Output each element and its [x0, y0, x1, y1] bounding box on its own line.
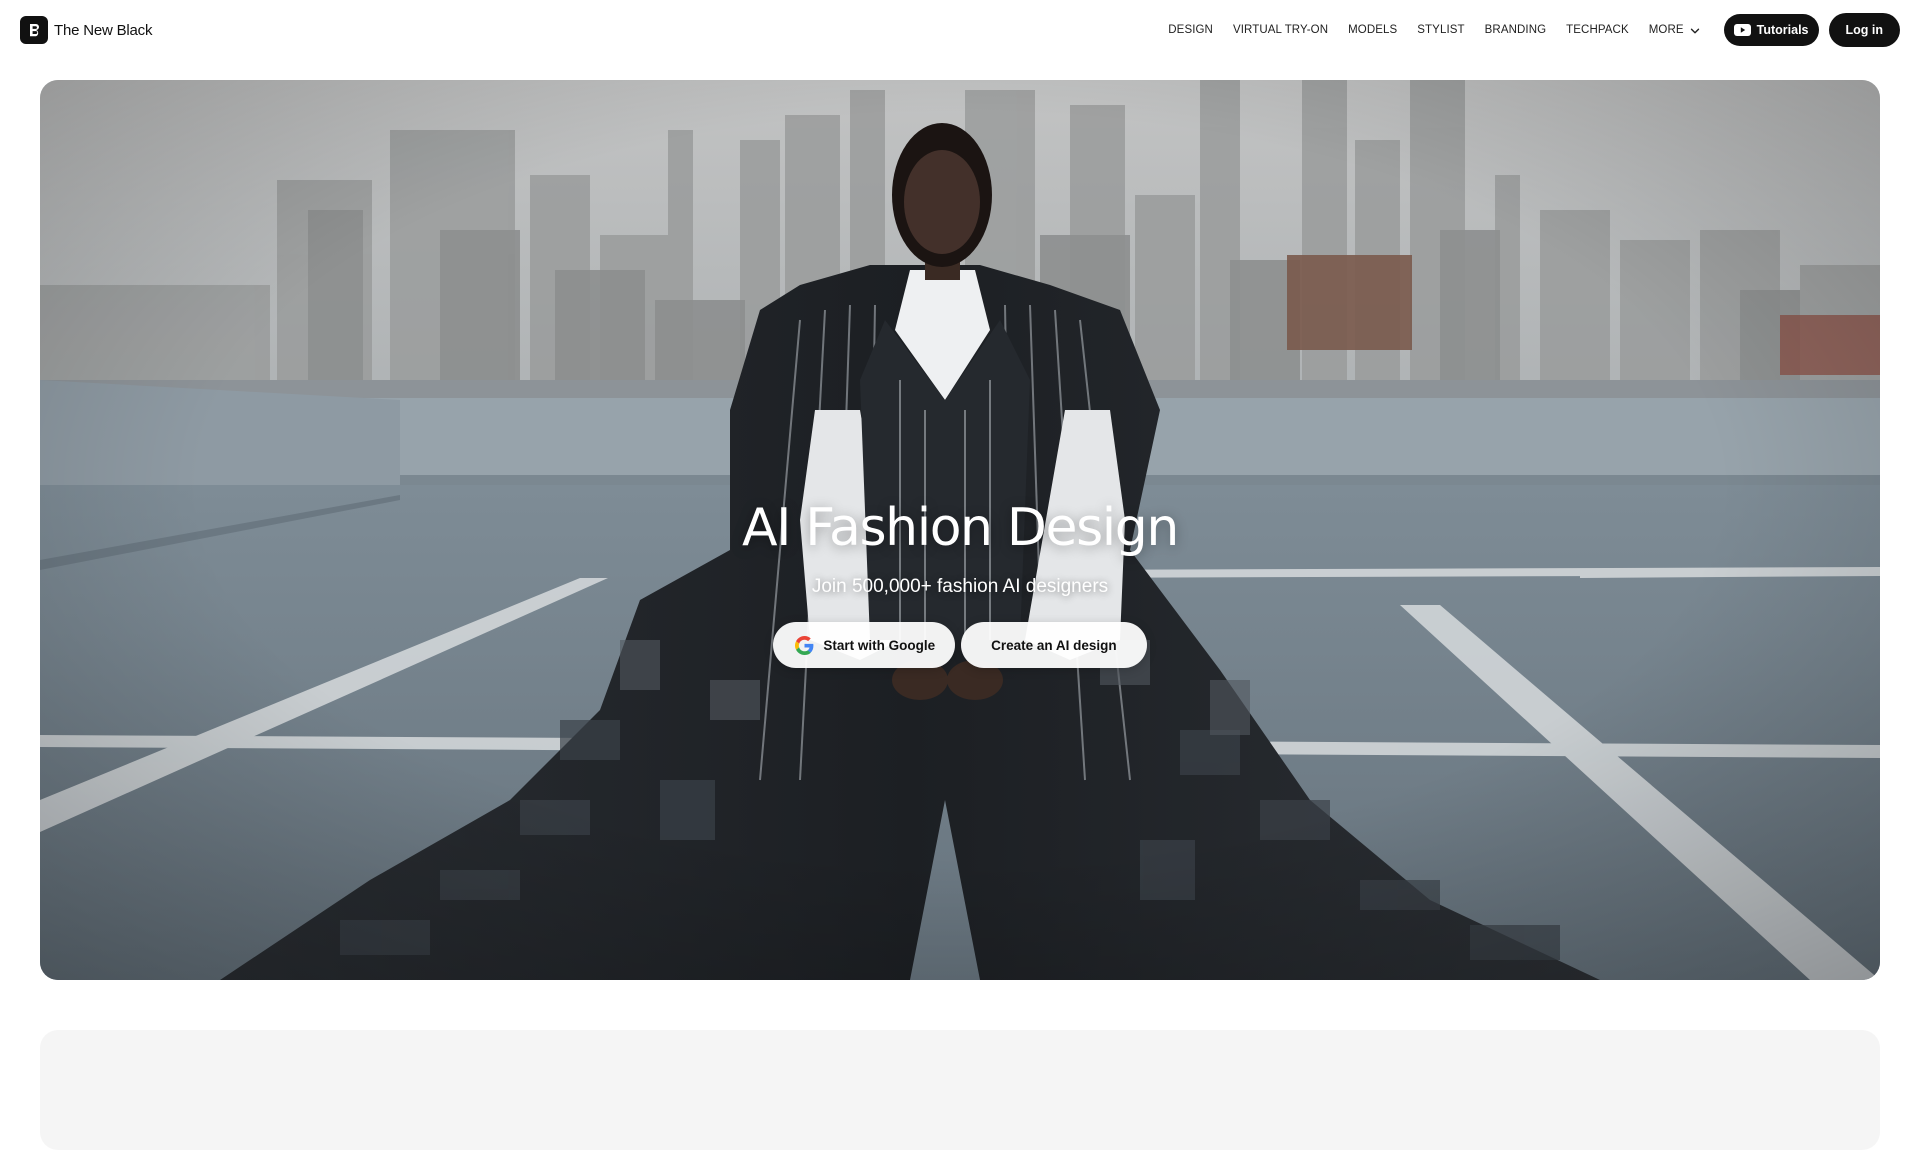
tutorials-button[interactable]: Tutorials	[1723, 14, 1819, 46]
nav-models[interactable]: MODELS	[1348, 24, 1397, 36]
start-with-google-button[interactable]: Start with Google	[773, 622, 956, 668]
nav-more-dropdown[interactable]: MORE	[1649, 24, 1700, 36]
google-icon	[795, 635, 814, 655]
brand-logo-icon	[20, 16, 48, 44]
next-section-card	[40, 1030, 1880, 1150]
nav-design[interactable]: DESIGN	[1168, 24, 1213, 36]
hero-subtitle: Join 500,000+ fashion AI designers	[811, 576, 1109, 597]
tutorials-label: Tutorials	[1756, 23, 1809, 37]
site-header: The New Black DESIGN VIRTUAL TRY-ON MODE…	[0, 0, 1920, 60]
hero-actions: Start with Google Create an AI design	[773, 622, 1147, 668]
hero-title: AI Fashion Design	[742, 498, 1179, 558]
nav-techpack[interactable]: TECHPACK	[1566, 24, 1629, 36]
nav-more-label: MORE	[1648, 24, 1684, 36]
hero-section: AI Fashion Design Join 500,000+ fashion …	[40, 80, 1880, 980]
brand-name: The New Black	[54, 21, 153, 39]
create-ai-design-button[interactable]: Create an AI design	[961, 622, 1147, 668]
nav-stylist[interactable]: STYLIST	[1417, 24, 1464, 36]
chevron-down-icon	[1690, 28, 1699, 33]
start-with-google-label: Start with Google	[823, 637, 936, 653]
nav-virtual-try-on[interactable]: VIRTUAL TRY-ON	[1233, 24, 1328, 36]
login-button[interactable]: Log in	[1828, 13, 1900, 47]
hero-content: AI Fashion Design Join 500,000+ fashion …	[40, 80, 1880, 980]
youtube-icon	[1733, 24, 1751, 36]
main-nav: DESIGN VIRTUAL TRY-ON MODELS STYLIST BRA…	[1168, 13, 1900, 47]
nav-branding[interactable]: BRANDING	[1485, 24, 1547, 36]
brand-home-link[interactable]: The New Black	[20, 16, 152, 44]
